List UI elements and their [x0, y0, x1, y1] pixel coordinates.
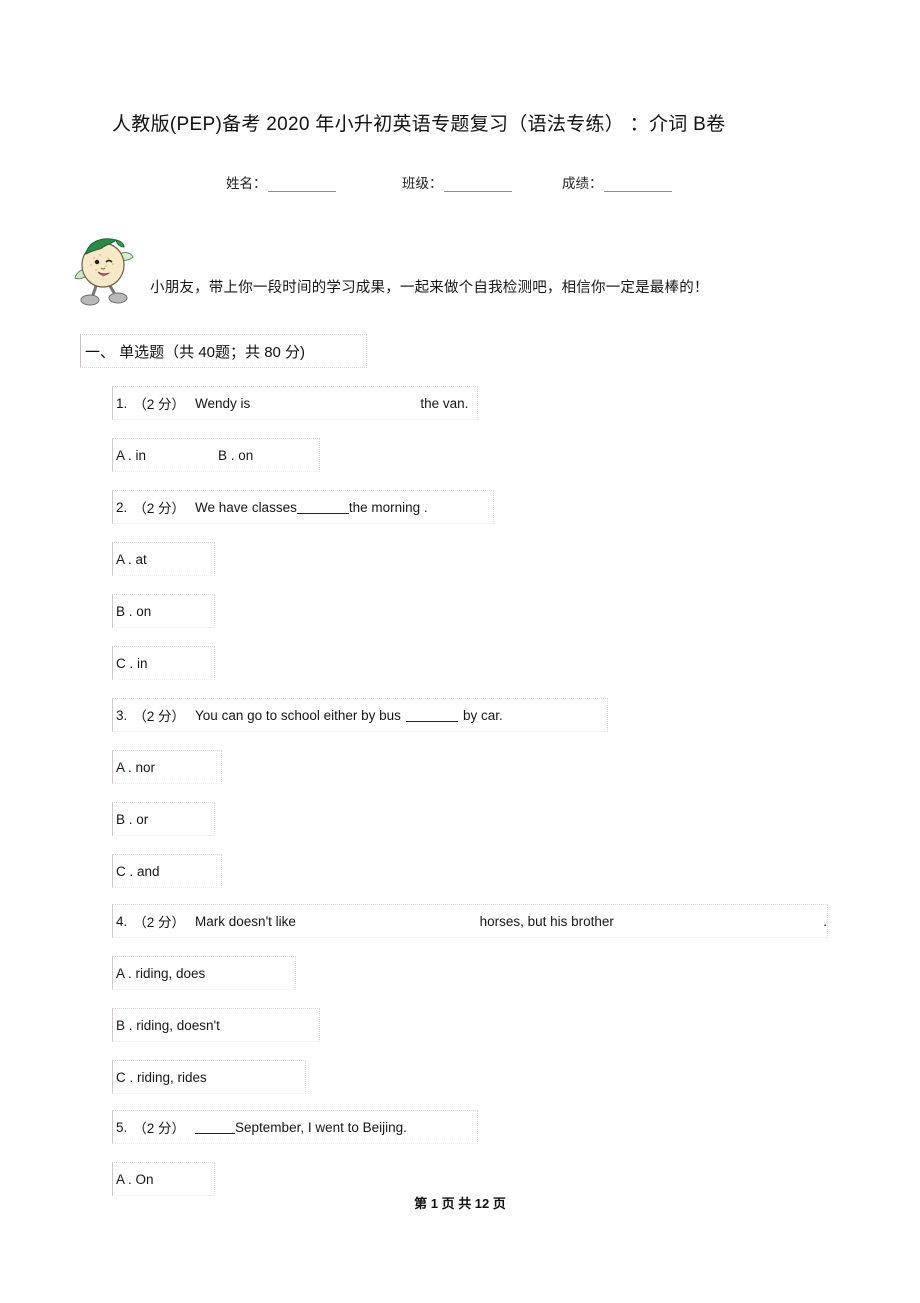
question-stem: 2. （2 分） We have classes the morning . — [112, 490, 494, 524]
question-number: 4. — [116, 913, 128, 929]
option-b[interactable]: B . or — [112, 802, 215, 836]
option-b-label: B . riding, doesn't — [116, 1017, 220, 1033]
option-b[interactable]: B . riding, doesn't — [112, 1008, 320, 1042]
question-text-after: the morning . — [348, 499, 428, 515]
score-label: 成绩： — [562, 176, 603, 191]
option-a[interactable]: A . On — [112, 1162, 215, 1196]
option-a-label: A . On — [116, 1171, 154, 1187]
mascot-character-icon — [72, 228, 136, 308]
option-a-label: A . nor — [116, 759, 156, 775]
option-b-label: B . or — [116, 811, 149, 827]
option-a-label: A . in — [116, 447, 147, 463]
page-footer: 第 1 页 共 12 页 — [414, 1196, 506, 1211]
class-blank[interactable] — [443, 177, 512, 192]
question-stem: 5. （2 分） September, I went to Beijing. — [112, 1110, 478, 1144]
option-b-label: B . on — [218, 447, 254, 463]
section-heading: 一、 单选题（共 40题；共 80 分) — [80, 334, 367, 368]
greeting-banner: 小朋友，带上你一段时间的学习成果，一起来做个自我检测吧，相信你一定是最棒的！ — [72, 228, 872, 312]
option-b[interactable]: B . on — [112, 594, 215, 628]
name-field[interactable]: 姓名： — [226, 172, 336, 192]
option-c[interactable]: C . riding, rides — [112, 1060, 306, 1094]
question-stem: 4. （2 分） Mark doesn't like horses, but h… — [112, 904, 828, 938]
name-blank[interactable] — [267, 177, 336, 192]
option-a-label: A . riding, does — [116, 965, 206, 981]
option-a-label: A . at — [116, 551, 147, 567]
question-text-before: We have classes — [195, 499, 297, 515]
question-points: （2 分） — [133, 709, 186, 724]
name-label: 姓名： — [226, 176, 267, 191]
question-text-after: by car. — [462, 707, 503, 723]
option-c[interactable]: C . and — [112, 854, 222, 888]
option-a[interactable]: A . nor — [112, 750, 222, 784]
class-label: 班级： — [402, 176, 443, 191]
question-text-after: the van. — [420, 395, 469, 411]
question-text-before: Wendy is — [195, 395, 251, 411]
greeting-text: 小朋友，带上你一段时间的学习成果，一起来做个自我检测吧，相信你一定是最棒的！ — [150, 280, 709, 296]
question-points: （2 分） — [133, 501, 186, 516]
identity-row: 姓名： 班级： 成绩： — [112, 172, 812, 196]
question-number: 1. — [116, 395, 128, 411]
option-b-label: B . on — [116, 603, 152, 619]
document-page: 人教版(PEP)备考 2020 年小升初英语专题复习（语法专练） ：介词 B卷 … — [0, 0, 920, 1303]
question-text-after: September, I went to Beijing. — [235, 1119, 407, 1135]
option-c-label: C . and — [116, 863, 160, 879]
question-stem: 1. （2 分） Wendy is the van. — [112, 386, 478, 420]
question-points: （2 分） — [133, 397, 186, 412]
question-blank[interactable] — [195, 1120, 236, 1134]
question-number: 3. — [116, 707, 128, 723]
question-number: 5. — [116, 1119, 128, 1135]
question-text-after: . — [823, 913, 827, 929]
question-points: （2 分） — [133, 1121, 186, 1136]
question-text-before: Mark doesn't like — [195, 913, 296, 929]
score-blank[interactable] — [603, 177, 672, 192]
question-blank[interactable] — [405, 708, 458, 722]
option-row[interactable]: A . in B . on — [112, 438, 320, 472]
score-field[interactable]: 成绩： — [562, 172, 672, 192]
option-a[interactable]: A . at — [112, 542, 215, 576]
question-points: （2 分） — [133, 915, 186, 930]
question-blank[interactable] — [296, 500, 349, 514]
option-c-label: C . riding, rides — [116, 1069, 207, 1085]
option-c-label: C . in — [116, 655, 148, 671]
option-c[interactable]: C . in — [112, 646, 215, 680]
question-text-middle: horses, but his brother — [479, 913, 614, 929]
question-number: 2. — [116, 499, 128, 515]
option-a[interactable]: A . riding, does — [112, 956, 296, 990]
class-field[interactable]: 班级： — [402, 172, 512, 192]
page-title: 人教版(PEP)备考 2020 年小升初英语专题复习（语法专练） ：介词 B卷 — [112, 114, 726, 135]
question-text-before: You can go to school either by bus — [195, 707, 401, 723]
question-stem: 3. （2 分） You can go to school either by … — [112, 698, 608, 732]
